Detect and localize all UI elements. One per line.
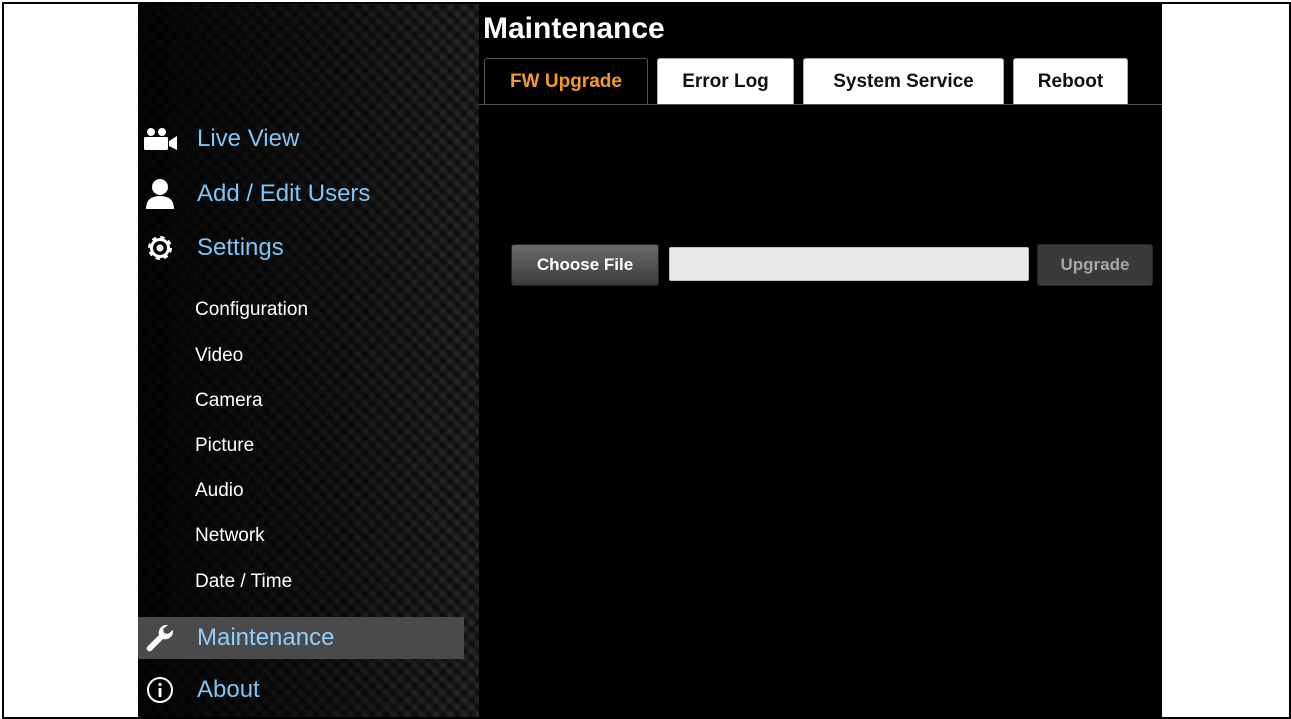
- upgrade-button[interactable]: Upgrade: [1037, 244, 1153, 286]
- file-path-field[interactable]: [669, 247, 1029, 281]
- sidebar-subitem-network[interactable]: Network: [195, 525, 265, 547]
- sidebar-item-label: Add / Edit Users: [197, 180, 371, 207]
- sidebar-subitem-date-time[interactable]: Date / Time: [195, 571, 292, 593]
- app-container: Live View Add / Edit Users Settings Conf…: [138, 4, 1162, 717]
- gear-icon: [138, 230, 182, 266]
- info-icon: [138, 672, 182, 708]
- sidebar-item-settings[interactable]: Settings: [138, 228, 464, 268]
- choose-file-button[interactable]: Choose File: [511, 244, 659, 286]
- sidebar-item-label: Maintenance: [197, 624, 335, 651]
- sidebar-item-label: Live View: [197, 125, 300, 152]
- sidebar-subitem-video[interactable]: Video: [195, 345, 243, 367]
- sidebar-subitem-camera[interactable]: Camera: [195, 390, 263, 412]
- sidebar-subitem-picture[interactable]: Picture: [195, 435, 254, 457]
- tab-system-service[interactable]: System Service: [803, 58, 1004, 104]
- user-icon: [138, 176, 182, 212]
- sidebar-item-label: Settings: [197, 234, 284, 261]
- sidebar-item-about[interactable]: About: [138, 670, 464, 710]
- sidebar-item-add-edit-users[interactable]: Add / Edit Users: [138, 174, 464, 214]
- window-frame: Live View Add / Edit Users Settings Conf…: [2, 2, 1291, 719]
- sidebar: Live View Add / Edit Users Settings Conf…: [138, 4, 479, 717]
- sidebar-subitem-audio[interactable]: Audio: [195, 480, 244, 502]
- sidebar-item-maintenance[interactable]: Maintenance: [138, 617, 464, 659]
- tab-error-log[interactable]: Error Log: [657, 58, 794, 104]
- sidebar-item-label: About: [197, 676, 260, 703]
- sidebar-subitem-configuration[interactable]: Configuration: [195, 299, 308, 321]
- sidebar-item-live-view[interactable]: Live View: [138, 119, 464, 159]
- tab-reboot[interactable]: Reboot: [1013, 58, 1128, 104]
- wrench-icon: [138, 620, 182, 656]
- video-camera-icon: [138, 121, 182, 157]
- tab-fw-upgrade[interactable]: FW Upgrade: [484, 58, 648, 104]
- tab-bar: FW Upgrade Error Log System Service Rebo…: [479, 58, 1162, 105]
- page-title: Maintenance: [483, 12, 665, 45]
